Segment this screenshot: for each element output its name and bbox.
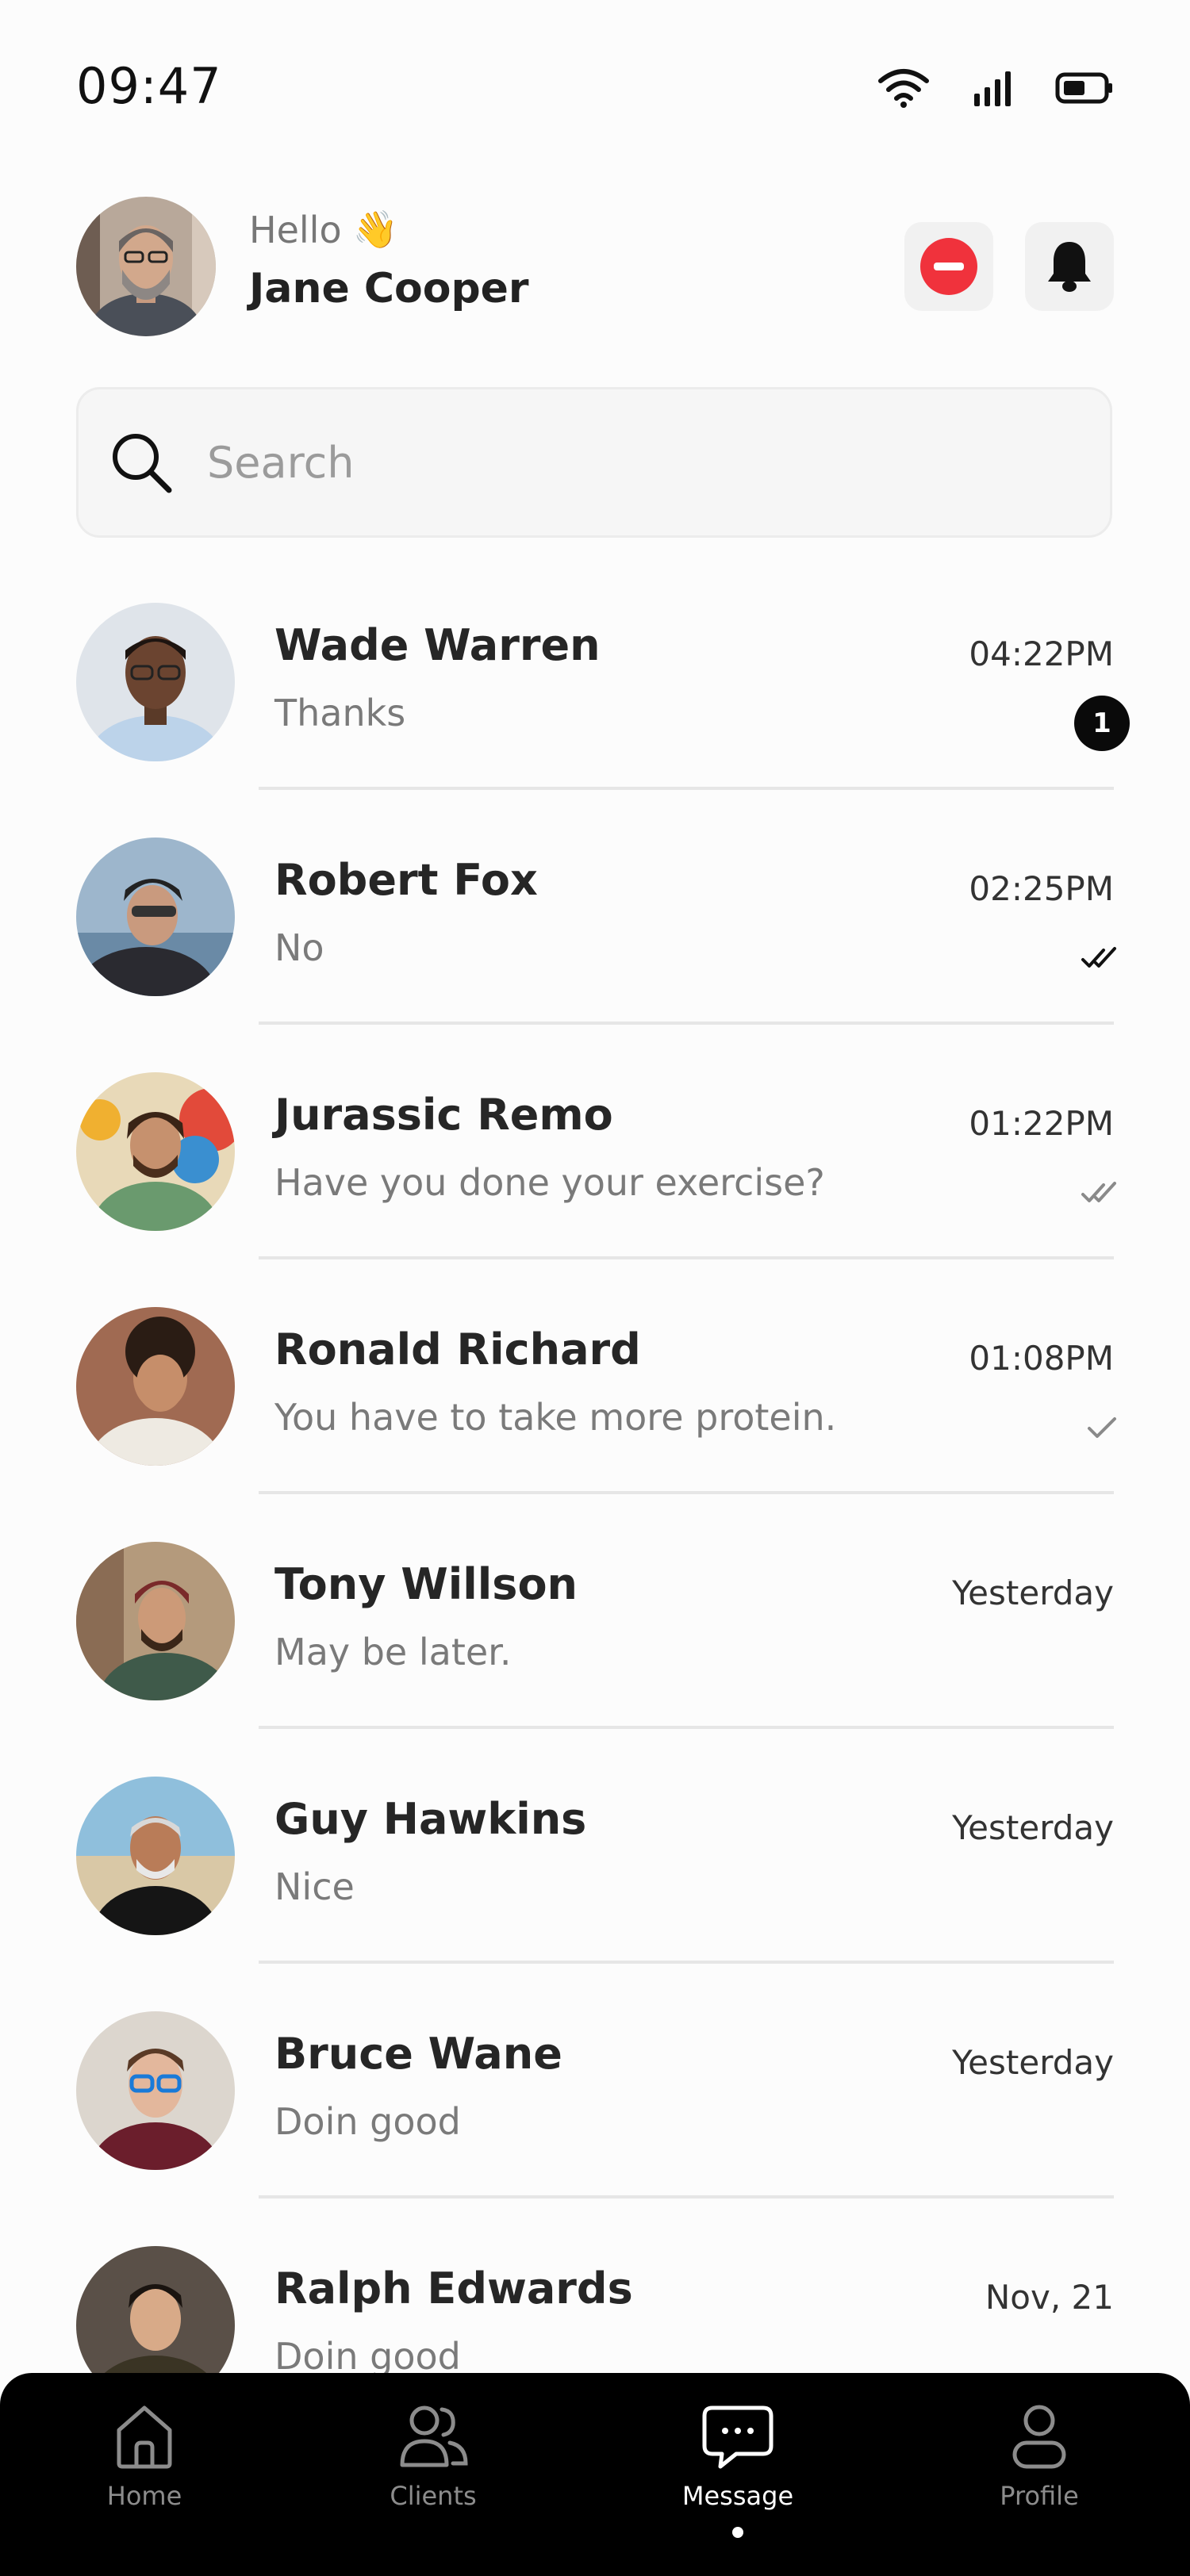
search-icon	[113, 434, 172, 493]
status-icons	[877, 68, 1114, 108]
double-check-dark-icon	[1081, 947, 1116, 968]
contact-name: Guy Hawkins	[274, 1794, 587, 1844]
contact-avatar	[76, 1777, 235, 1935]
contact-name: Tony Willson	[274, 1559, 578, 1609]
chat-list: Wade Warren Thanks 04:22PM 1 Robert Fox	[0, 555, 1190, 2433]
unread-count-badge: 1	[1074, 696, 1130, 751]
message-time: Yesterday	[952, 1574, 1114, 1612]
last-message: You have to take more protein.	[274, 1396, 837, 1439]
message-status	[1058, 1397, 1146, 1458]
message-icon	[702, 2405, 774, 2469]
message-time: Yesterday	[952, 2043, 1114, 2082]
message-status	[1058, 1163, 1146, 1223]
clients-icon	[400, 2405, 468, 2467]
contact-avatar	[76, 2011, 235, 2170]
nav-profile-label: Profile	[1000, 2481, 1079, 2511]
nav-home-label: Home	[106, 2481, 182, 2511]
status-time: 09:47	[76, 57, 222, 115]
last-message: Thanks	[274, 692, 406, 734]
message-status: 1	[1058, 693, 1146, 753]
chat-item[interactable]: Bruce Wane Doin good Yesterday	[0, 1964, 1190, 2198]
profile-icon	[1012, 2405, 1066, 2469]
nav-message-label: Message	[681, 2481, 794, 2511]
search-input[interactable]: Search	[76, 387, 1112, 538]
nav-clients-label: Clients	[390, 2481, 477, 2511]
waving-hand-emoji: 👋	[352, 208, 398, 251]
home-icon	[117, 2405, 172, 2469]
nav-home[interactable]: Home	[65, 2403, 224, 2511]
chat-list-screen: 09:47 Hello 👋 Jane Cooper Search Wade Wa…	[0, 0, 1190, 2576]
last-message: Doin good	[274, 2335, 461, 2378]
message-status	[1058, 928, 1146, 988]
nav-profile[interactable]: Profile	[960, 2403, 1119, 2511]
chat-item[interactable]: Guy Hawkins Nice Yesterday	[0, 1729, 1190, 1964]
search-placeholder: Search	[207, 437, 355, 488]
chat-item[interactable]: Tony Willson May be later. Yesterday	[0, 1494, 1190, 1729]
greeting: Hello 👋	[249, 208, 398, 251]
user-avatar[interactable]	[76, 197, 216, 336]
message-time: 02:25PM	[969, 869, 1114, 908]
contact-name: Bruce Wane	[274, 2029, 562, 2079]
last-message: May be later.	[274, 1631, 512, 1673]
message-time: 01:22PM	[969, 1104, 1114, 1143]
bell-icon	[1048, 242, 1091, 292]
double-check-gray-icon	[1081, 1182, 1116, 1202]
single-check-icon	[1088, 1417, 1116, 1438]
battery-icon	[1055, 72, 1112, 104]
contact-avatar	[76, 838, 235, 996]
last-message: Doin good	[274, 2100, 461, 2143]
active-indicator-dot	[732, 2527, 743, 2538]
contact-avatar	[76, 1542, 235, 1700]
greeting-text: Hello	[249, 208, 342, 251]
chat-item[interactable]: Robert Fox No 02:25PM	[0, 790, 1190, 1025]
bottom-navigation: Home Clients Message Profile	[0, 2373, 1190, 2576]
nav-message[interactable]: Message	[658, 2403, 817, 2538]
notifications-button[interactable]	[1025, 222, 1114, 311]
message-time: 04:22PM	[969, 634, 1114, 673]
contact-avatar	[76, 603, 235, 761]
do-not-disturb-icon	[920, 238, 977, 295]
message-time: Yesterday	[952, 1808, 1114, 1847]
contact-name: Wade Warren	[274, 620, 601, 670]
contact-name: Jurassic Remo	[274, 1090, 613, 1140]
contact-avatar	[76, 1307, 235, 1466]
contact-name: Ronald Richard	[274, 1324, 641, 1374]
last-message: Have you done your exercise?	[274, 1161, 825, 1204]
contact-name: Robert Fox	[274, 855, 538, 905]
message-time: 01:08PM	[969, 1339, 1114, 1378]
signal-icon	[974, 71, 1011, 106]
chat-item[interactable]: Jurassic Remo Have you done your exercis…	[0, 1025, 1190, 1259]
do-not-disturb-button[interactable]	[904, 222, 993, 311]
message-time: Nov, 21	[985, 2278, 1114, 2317]
user-name: Jane Cooper	[249, 265, 529, 312]
chat-item[interactable]: Ronald Richard You have to take more pro…	[0, 1259, 1190, 1494]
last-message: Nice	[274, 1865, 355, 1908]
chat-item[interactable]: Wade Warren Thanks 04:22PM 1	[0, 555, 1190, 790]
contact-name: Ralph Edwards	[274, 2264, 633, 2313]
nav-clients[interactable]: Clients	[354, 2403, 512, 2511]
wifi-icon	[878, 69, 929, 108]
last-message: No	[274, 926, 324, 969]
contact-avatar	[76, 1072, 235, 1231]
